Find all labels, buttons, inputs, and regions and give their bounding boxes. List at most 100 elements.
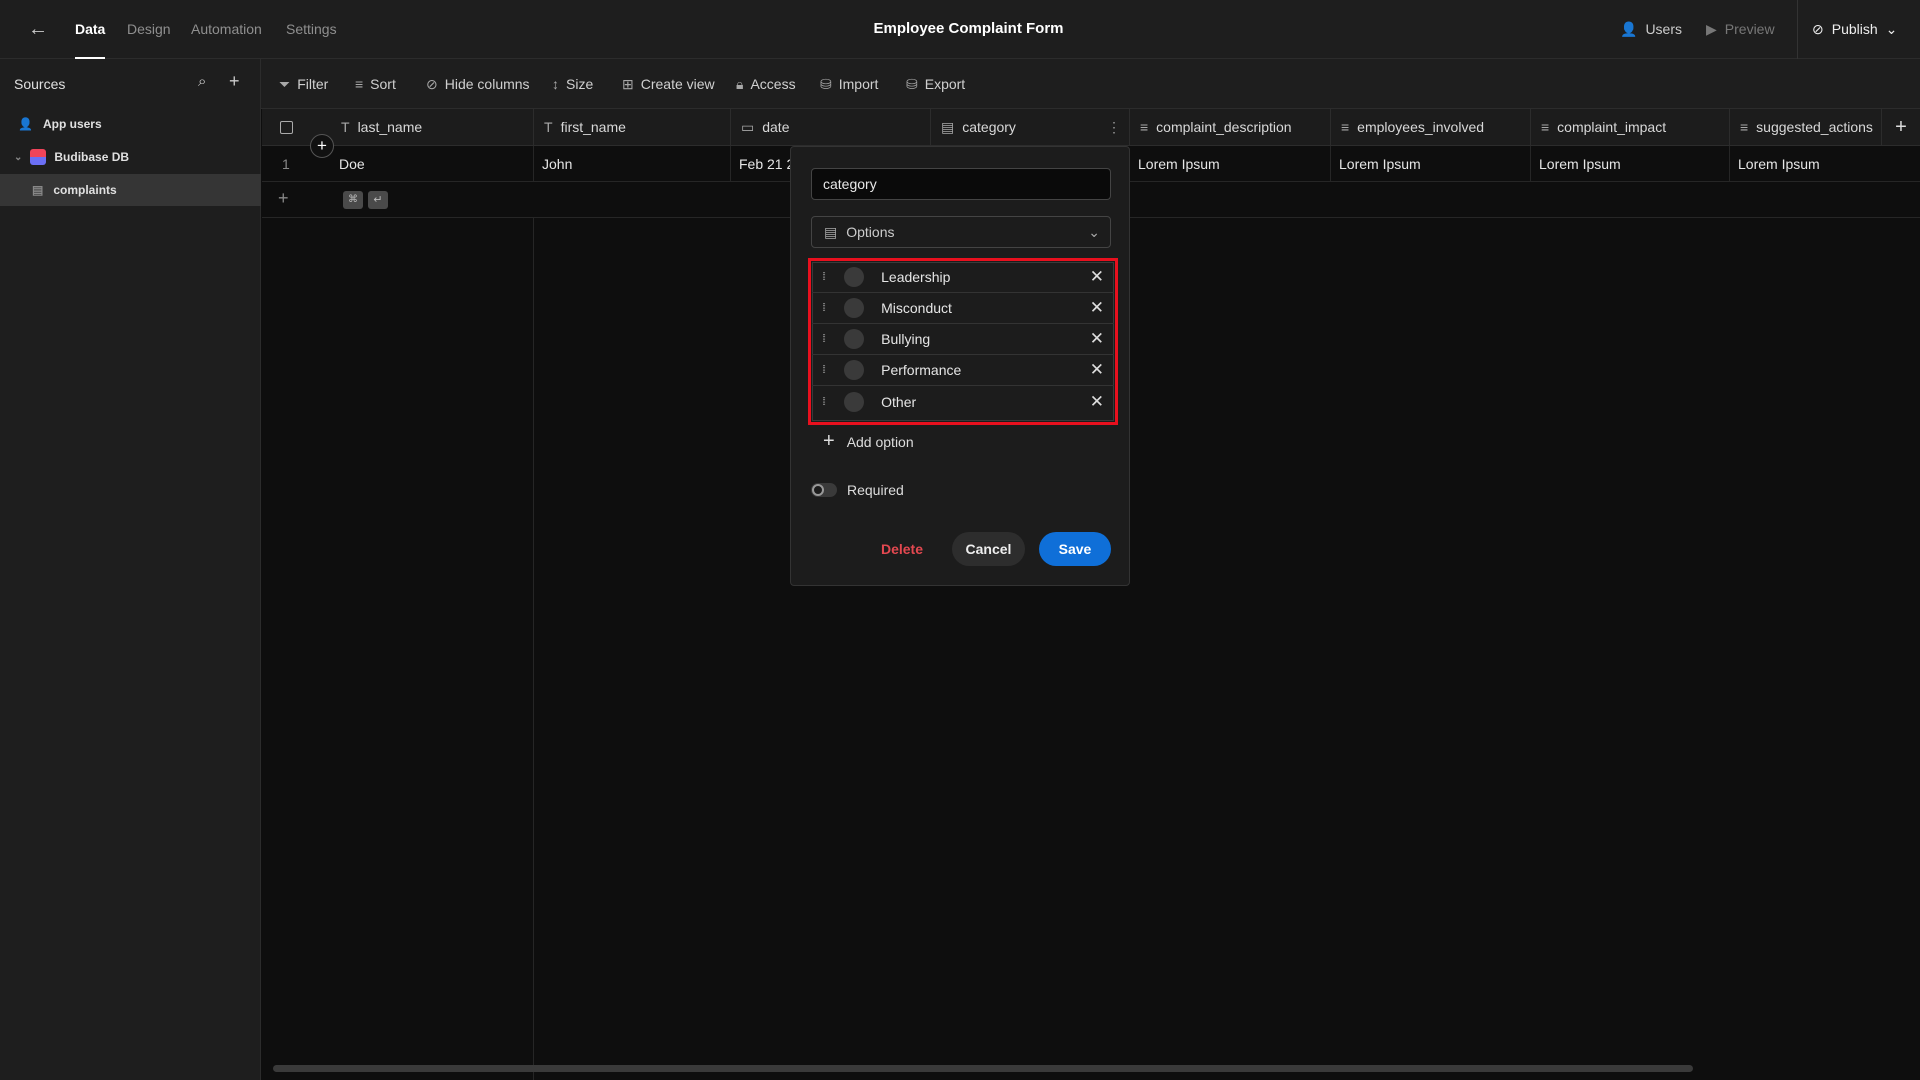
publish-button[interactable]: ⊘ Publish ⌄ [1812,0,1897,58]
option-color-swatch[interactable] [844,298,865,318]
column-name-input[interactable]: category [811,168,1111,200]
option-label[interactable]: Performance [881,362,1090,378]
remove-option-icon[interactable]: ✕ [1090,392,1104,412]
remove-option-icon[interactable]: ✕ [1090,267,1104,287]
calendar-icon: ▭ [741,119,755,135]
preview-button[interactable]: ▶ Preview [1706,0,1775,58]
toolbar: ⏷ Filter ≡ Sort ⊘ Hide columns ↕ Size ⊞ Creat… [261,59,1920,109]
import-icon: ⛁ [820,76,832,92]
search-icon[interactable]: ⌕ [198,73,206,90]
access-button[interactable]: 🔒︎ Access [736,59,796,109]
divider [1797,0,1798,59]
remove-option-icon[interactable]: ✕ [1090,360,1104,380]
option-label[interactable]: Leadership [881,269,1090,285]
column-menu-icon[interactable]: ⋮ [1107,109,1121,146]
create-view-icon: ⊞ [622,76,634,92]
option-color-swatch[interactable] [844,267,865,287]
cell-complaint-impact[interactable]: Lorem Ipsum [1531,146,1730,182]
budibase-logo-icon [30,149,47,165]
column-type-select[interactable]: ▤ Options ⌄ [811,216,1111,248]
option-row[interactable]: ⁞⁞ Bullying ✕ [812,324,1114,355]
drag-handle-icon[interactable]: ⁞⁞ [822,364,826,376]
top-bar: ← Data Design Automation Settings Employ… [0,0,1920,59]
enter-key-icon: ↵ [368,191,388,209]
column-header-employees-involved[interactable]: ≡ employees_involved [1331,109,1531,146]
longform-icon: ≡ [1140,119,1149,135]
add-row-button[interactable]: + [278,188,289,209]
sort-button[interactable]: ≡ Sort [355,59,396,109]
play-icon: ▶ [1706,21,1717,37]
drag-handle-icon[interactable]: ⁞⁞ [822,396,826,408]
delete-button[interactable]: Delete [871,532,933,566]
column-header-category[interactable]: ▤ category ⋮ [931,109,1130,146]
add-option-button[interactable]: + Add option [823,430,914,453]
sidebar-title: Sources [14,76,66,92]
options-icon: ▤ [824,223,838,240]
sort-icon: ≡ [355,76,364,92]
required-toggle[interactable]: Required [811,482,904,498]
table-icon: ▤ [32,183,44,197]
hide-columns-button[interactable]: ⊘ Hide columns [426,59,530,109]
publish-icon: ⊘ [1812,21,1824,37]
user-icon: 👤 [18,117,33,131]
remove-option-icon[interactable]: ✕ [1090,298,1104,318]
option-color-swatch[interactable] [844,391,865,412]
eye-off-icon: ⊘ [426,76,438,92]
add-column-button[interactable]: + [1882,109,1920,146]
sidebar: Sources ⌕ + 👤 App users ⌄ Budibase DB ▤ com… [0,59,261,1080]
export-icon: ⛁ [906,76,918,92]
create-view-button[interactable]: ⊞ Create view [622,59,715,109]
cancel-button[interactable]: Cancel [952,532,1025,566]
chevron-down-icon: ⌄ [1885,21,1898,37]
users-button[interactable]: 👤 Users [1620,0,1682,58]
export-button[interactable]: ⛁ Export [906,59,965,109]
table-header: Tlast_name Tfirst_name ▭ date ▤ category ⋮ … [262,109,1920,146]
column-header-last-name[interactable]: Tlast_name [331,109,534,146]
add-source-icon[interactable]: + [229,71,240,92]
option-row[interactable]: ⁞⁞ Misconduct ✕ [812,293,1114,324]
drag-handle-icon[interactable]: ⁞⁞ [822,271,826,283]
option-color-swatch[interactable] [844,360,865,380]
size-button[interactable]: ↕ Size [552,59,593,109]
cell-first-name[interactable]: John [534,146,731,182]
text-type-icon: T [544,119,553,135]
longform-icon: ≡ [1541,119,1550,135]
cell-employees-involved[interactable]: Lorem Ipsum [1331,146,1531,182]
filter-button[interactable]: ⏷ Filter [279,59,328,109]
remove-option-icon[interactable]: ✕ [1090,329,1104,349]
save-button[interactable]: Save [1039,532,1111,566]
user-icon: 👤 [1620,21,1638,37]
drag-handle-icon[interactable]: ⁞⁞ [822,333,826,345]
column-divider [533,218,534,1080]
column-header-suggested-actions[interactable]: ≡ suggested_actions [1730,109,1882,146]
option-row[interactable]: ⁞⁞ Leadership ✕ [812,262,1114,293]
drag-handle-icon[interactable]: ⁞⁞ [822,302,826,314]
sidebar-item-complaints[interactable]: ▤ complaints [0,174,261,206]
longform-icon: ≡ [1341,119,1350,135]
column-header-complaint-impact[interactable]: ≡ complaint_impact [1531,109,1730,146]
option-row[interactable]: ⁞⁞ Performance ✕ [812,355,1114,386]
horizontal-scrollbar[interactable] [273,1065,1693,1072]
option-color-swatch[interactable] [844,329,865,349]
chevron-down-icon: ⌄ [14,151,23,163]
import-button[interactable]: ⛁ Import [820,59,878,109]
cell-suggested-actions[interactable]: Lorem Ipsum [1730,146,1920,182]
column-header-first-name[interactable]: Tfirst_name [534,109,731,146]
option-label[interactable]: Other [881,394,1090,410]
option-label[interactable]: Misconduct [881,300,1090,316]
options-icon: ▤ [941,119,955,135]
column-header-complaint-description[interactable]: ≡ complaint_description [1130,109,1331,146]
plus-icon: + [823,430,835,452]
sidebar-item-budibase-db[interactable]: ⌄ Budibase DB [14,149,129,165]
option-label[interactable]: Bullying [881,331,1090,347]
cell-last-name[interactable]: Doe [331,146,534,182]
sidebar-item-app-users[interactable]: 👤 App users [18,117,102,131]
column-header-date[interactable]: ▭ date [731,109,931,146]
size-icon: ↕ [552,76,559,92]
cmd-key-icon: ⌘ [343,191,363,209]
chevron-down-icon: ⌄ [1088,223,1100,240]
text-type-icon: T [341,119,350,135]
option-row[interactable]: ⁞⁞ Other ✕ [812,386,1114,417]
longform-icon: ≡ [1740,119,1749,135]
cell-complaint-description[interactable]: Lorem Ipsum [1130,146,1331,182]
